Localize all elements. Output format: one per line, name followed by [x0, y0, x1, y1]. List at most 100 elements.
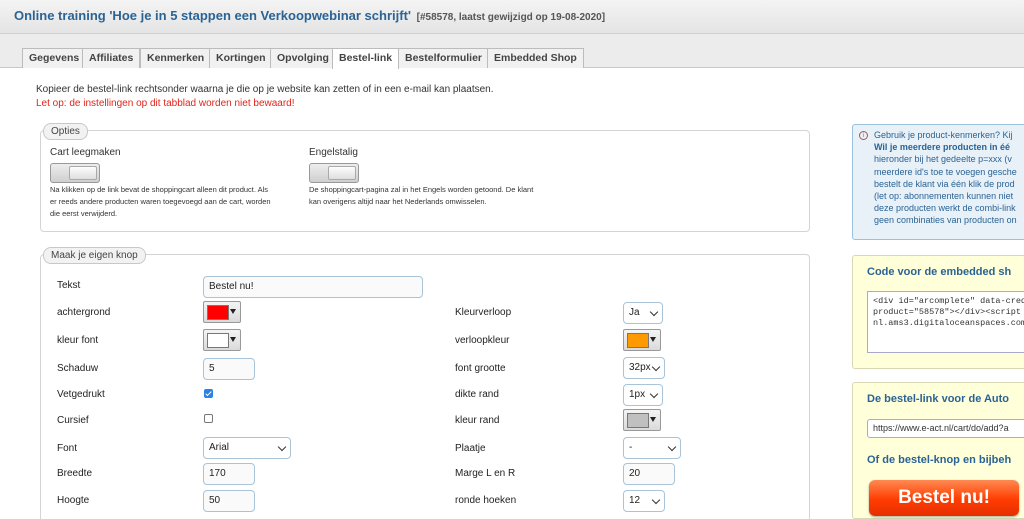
tab-embedded-shop[interactable]: Embedded Shop [487, 48, 584, 68]
image-select[interactable]: - [623, 437, 681, 459]
border-color-picker[interactable] [623, 409, 661, 431]
chevron-down-icon [277, 442, 287, 452]
help-line: kan overigens altijd naar het Nederlands… [309, 197, 487, 206]
cart-clear-help: Na klikken op de link bevat de shoppingc… [50, 184, 271, 220]
italic-checkbox[interactable] [204, 414, 213, 423]
page-title: Online training 'Hoe je in 5 stappen een… [14, 8, 605, 23]
info-icon: i [859, 131, 868, 140]
chevron-down-icon [649, 307, 659, 317]
font-color-picker[interactable] [203, 329, 241, 351]
english-toggle[interactable] [309, 163, 359, 183]
border-width-select-value: 1px [629, 389, 646, 400]
chevron-down-icon [667, 442, 677, 452]
font-size-select-value: 32px [629, 362, 651, 373]
info-line: Wil je meerdere producten in éé [874, 142, 1010, 153]
bold-label: Vetgedrukt [57, 389, 105, 400]
margin-input[interactable]: 20 [623, 463, 675, 485]
tab-kenmerken[interactable]: Kenmerken [140, 48, 212, 68]
tab-kortingen[interactable]: Kortingen [209, 48, 273, 68]
font-select[interactable]: Arial [203, 437, 291, 459]
gradient-label: Kleurverloop [455, 307, 512, 318]
background-color-picker[interactable] [203, 301, 241, 323]
gradient-color-label: verloopkleur [455, 335, 510, 346]
intro-text: Kopieer de bestel-link rechtsonder waarn… [36, 84, 494, 95]
info-line: meerdere id's toe te voegen gesche [874, 166, 1017, 177]
dropdown-arrow-icon [650, 417, 656, 422]
embed-code-textarea[interactable]: <div id="arcomplete" data-cred="2: produ… [867, 291, 1024, 353]
code-line: product="58578"></div><script sr [873, 307, 1024, 317]
dropdown-arrow-icon [650, 337, 656, 342]
embed-code-panel: Code voor de embedded sh <div id="arcomp… [852, 255, 1024, 369]
font-size-select[interactable]: 32px [623, 357, 665, 379]
width-label: Breedte [57, 468, 93, 479]
chevron-down-icon [651, 495, 661, 505]
dropdown-arrow-icon [230, 309, 236, 314]
font-size-label: font grootte [455, 363, 506, 374]
button-builder-legend: Maak je eigen knop [43, 247, 146, 264]
info-text: Gebruik je product-kenmerken? Kij Wil je… [874, 129, 1017, 227]
tab-bestel-link[interactable]: Bestel-link [332, 48, 400, 69]
page-header: Online training 'Hoe je in 5 stappen een… [0, 0, 1024, 34]
help-line: Na klikken op de link bevat de shoppingc… [50, 185, 269, 194]
tab-opvolging[interactable]: Opvolging [270, 48, 336, 68]
product-meta: [#58578, laatst gewijzigd op 19-08-2020] [416, 12, 606, 23]
tab-affiliates[interactable]: Affiliates [82, 48, 141, 68]
height-input[interactable]: 50 [203, 490, 255, 512]
gradient-select-value: Ja [629, 307, 640, 318]
tab-gegevens[interactable]: Gegevens [22, 48, 87, 68]
cart-clear-toggle[interactable] [50, 163, 100, 183]
italic-label: Cursief [57, 415, 89, 426]
warning-text: Let op: de instellingen op dit tabblad w… [36, 98, 295, 109]
embed-code-title: Code voor de embedded sh [867, 266, 1012, 278]
color-chip [207, 333, 229, 348]
height-label: Hoogte [57, 495, 90, 506]
info-line: (let op: abonnementen kunnen niet [874, 191, 1014, 202]
info-line: bestelt de klant via één klik de prod [874, 178, 1015, 189]
gradient-select[interactable]: Ja [623, 302, 663, 324]
tab-bestelformulier[interactable]: Bestelformulier [398, 48, 490, 68]
order-now-button[interactable]: Bestel nu! [869, 480, 1019, 516]
background-label: achtergrond [57, 307, 111, 318]
image-label: Plaatje [455, 443, 486, 454]
info-line: deze producten werkt de combi-link [874, 203, 1016, 214]
info-line: Gebruik je product-kenmerken? Kij [874, 130, 1013, 140]
image-select-value: - [629, 442, 633, 453]
chevron-down-icon [651, 362, 661, 372]
color-chip [207, 305, 229, 320]
button-builder-panel [40, 254, 810, 519]
color-chip [627, 333, 649, 348]
options-legend: Opties [43, 123, 88, 140]
width-input[interactable]: 170 [203, 463, 255, 485]
radius-select[interactable]: 12 [623, 490, 665, 512]
info-line: geen combinaties van producten on [874, 215, 1017, 226]
bold-checkbox[interactable] [204, 389, 213, 398]
info-panel: i Gebruik je product-kenmerken? Kij Wil … [852, 124, 1024, 240]
order-link-field[interactable]: https://www.e-act.nl/cart/do/add?a [867, 419, 1024, 438]
gradient-color-picker[interactable] [623, 329, 661, 351]
border-width-select[interactable]: 1px [623, 384, 663, 406]
radius-label: ronde hoeken [455, 495, 517, 506]
font-label: Font [57, 443, 78, 454]
shadow-input[interactable]: 5 [203, 358, 255, 380]
product-title: Online training 'Hoe je in 5 stappen een… [14, 8, 411, 23]
text-input[interactable]: Bestel nu! [203, 276, 423, 298]
chevron-down-icon [649, 389, 659, 399]
english-help: De shoppingcart-pagina zal in het Engels… [309, 184, 533, 208]
radius-select-value: 12 [629, 495, 641, 506]
toggle-knob [328, 166, 356, 180]
order-button-title: Of de bestel-knop en bijbeh [867, 454, 1012, 466]
english-label: Engelstalig [309, 147, 358, 158]
order-link-panel: De bestel-link voor de Auto https://www.… [852, 382, 1024, 519]
border-width-label: dikte rand [455, 389, 499, 400]
margin-label: Marge L en R [455, 468, 516, 479]
help-line: er reeds andere producten waren toegevoe… [50, 197, 271, 206]
cart-clear-label: Cart leegmaken [50, 147, 121, 158]
code-line: nl.ams3.digitaloceanspaces.com/em [873, 318, 1024, 328]
dropdown-arrow-icon [230, 337, 236, 342]
font-select-value: Arial [209, 442, 230, 453]
toggle-knob [69, 166, 97, 180]
border-color-label: kleur rand [455, 415, 500, 426]
info-line: hieronder bij het gedeelte p=xxx (v [874, 154, 1012, 165]
color-chip [627, 413, 649, 428]
font-color-label: kleur font [57, 335, 99, 346]
